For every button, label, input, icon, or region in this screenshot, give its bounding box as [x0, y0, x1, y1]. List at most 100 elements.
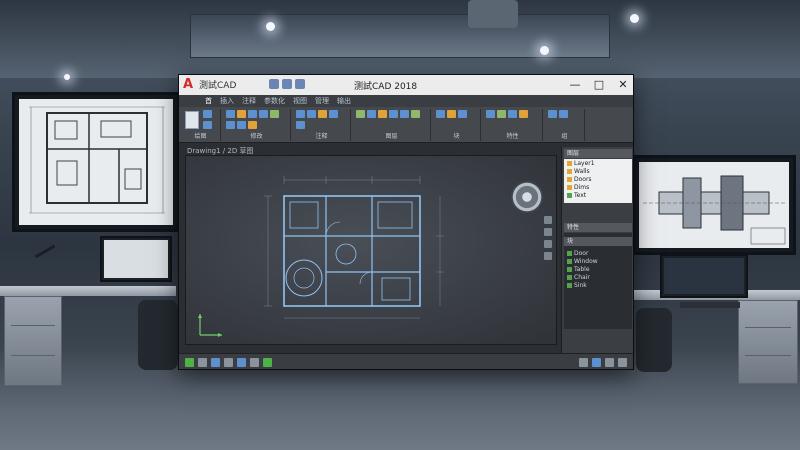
model-space-icon[interactable] [185, 358, 194, 367]
match-properties-icon[interactable] [486, 110, 495, 118]
office-scene: A 測試CAD 测試CAD 2018 — □ ✕ 首 插入 注释 参数化 视图 … [0, 0, 800, 450]
showmotion-icon[interactable] [544, 252, 552, 260]
lineweight-icon[interactable] [519, 110, 528, 118]
linetype-icon[interactable] [508, 110, 517, 118]
desk-cabinet [4, 296, 62, 386]
insert-block-icon[interactable] [436, 110, 445, 118]
list-item[interactable]: Chair [564, 273, 632, 281]
layer-panel-header[interactable]: 图层 [564, 149, 632, 158]
save-icon[interactable] [269, 79, 279, 89]
drawing-canvas[interactable] [185, 155, 557, 345]
annotation-scale-icon[interactable] [579, 358, 588, 367]
line-tool-icon[interactable] [185, 111, 199, 129]
layer-match-icon[interactable] [400, 110, 409, 118]
undo-icon[interactable] [282, 79, 292, 89]
list-item[interactable]: Layer1 [564, 159, 632, 167]
list-item[interactable]: Table [564, 265, 632, 273]
side-palettes: 图层 Layer1 Walls Doors Dims Text 特性 块 Doo… [561, 147, 633, 353]
snap-icon[interactable] [211, 358, 220, 367]
grid-icon[interactable] [198, 358, 207, 367]
navigation-wheel-icon[interactable] [511, 181, 543, 213]
lineweight-toggle-icon[interactable] [263, 358, 272, 367]
ribbon-group-groups: 组 [545, 109, 585, 141]
redo-icon[interactable] [295, 79, 305, 89]
table-icon[interactable] [329, 110, 338, 118]
trim-icon[interactable] [270, 110, 279, 118]
tab-output[interactable]: 输出 [337, 95, 351, 107]
group-icon[interactable] [548, 110, 557, 118]
block-swatch-icon [567, 258, 572, 264]
properties-panel-header[interactable]: 特性 [564, 223, 632, 232]
rotate-icon[interactable] [237, 110, 246, 118]
leader-icon[interactable] [318, 110, 327, 118]
stretch-icon[interactable] [237, 121, 246, 129]
ribbon-group-label: 图层 [385, 133, 398, 140]
tab-annotate[interactable]: 注释 [242, 95, 256, 107]
list-item[interactable]: Text [564, 191, 632, 199]
ortho-icon[interactable] [224, 358, 233, 367]
text-icon[interactable] [296, 110, 305, 118]
wall-monitor-right [632, 155, 796, 255]
minimize-button[interactable]: — [563, 75, 587, 95]
customize-icon[interactable] [618, 358, 627, 367]
orbit-icon[interactable] [544, 240, 552, 248]
ribbon-panel: 绘图 修改 注释 图层 块 特性 组 [179, 107, 633, 143]
copy-icon[interactable] [248, 110, 257, 118]
ceiling-light [64, 74, 70, 80]
block-panel-header[interactable]: 块 [564, 237, 632, 246]
list-item[interactable]: Door [564, 249, 632, 257]
circle-icon[interactable] [203, 121, 212, 129]
block-swatch-icon [567, 266, 572, 272]
ceiling-light [266, 22, 275, 31]
workspace-icon[interactable] [592, 358, 601, 367]
create-block-icon[interactable] [447, 110, 456, 118]
pan-icon[interactable] [544, 216, 552, 224]
block-name: Chair [574, 273, 590, 281]
maximize-button[interactable]: □ [587, 75, 611, 95]
tab-view[interactable]: 视图 [293, 95, 307, 107]
layer-off-icon[interactable] [367, 110, 376, 118]
ribbon-group-label: 特性 [506, 133, 519, 140]
dimension-icon[interactable] [307, 110, 316, 118]
scale-icon[interactable] [248, 121, 257, 129]
tab-insert[interactable]: 插入 [220, 95, 234, 107]
ribbon-group-label: 组 [561, 133, 568, 140]
edit-block-icon[interactable] [458, 110, 467, 118]
tab-home[interactable]: 首 [205, 95, 212, 107]
ribbon-group-label: 修改 [250, 133, 263, 140]
list-item[interactable]: Dims [564, 183, 632, 191]
layer-iso-icon[interactable] [411, 110, 420, 118]
layer-swatch-icon [567, 184, 572, 190]
list-item[interactable]: Doors [564, 175, 632, 183]
window-controls: — □ ✕ [563, 75, 633, 95]
zoom-icon[interactable] [544, 228, 552, 236]
tab-manage[interactable]: 管理 [315, 95, 329, 107]
desk-cabinet [738, 300, 798, 384]
layer-properties-icon[interactable] [356, 110, 365, 118]
layer-freeze-icon[interactable] [378, 110, 387, 118]
markup-icon[interactable] [296, 121, 305, 129]
osnap-icon[interactable] [250, 358, 259, 367]
app-logo[interactable]: A [183, 77, 193, 92]
tab-parametric[interactable]: 参数化 [264, 95, 285, 107]
isolate-icon[interactable] [605, 358, 614, 367]
fillet-icon[interactable] [226, 121, 235, 129]
block-swatch-icon [567, 250, 572, 256]
ribbon-group-label: 块 [453, 133, 460, 140]
layer-lock-icon[interactable] [389, 110, 398, 118]
polar-icon[interactable] [237, 358, 246, 367]
ribbon-group-label: 绘图 [194, 133, 207, 140]
office-chair [636, 308, 672, 372]
block-name: Door [574, 249, 589, 257]
list-item[interactable]: Window [564, 257, 632, 265]
close-button[interactable]: ✕ [611, 75, 633, 95]
color-icon[interactable] [497, 110, 506, 118]
keyboard [680, 302, 740, 308]
desk-monitor [100, 236, 172, 282]
list-item[interactable]: Sink [564, 281, 632, 289]
polyline-icon[interactable] [203, 110, 212, 118]
ungroup-icon[interactable] [559, 110, 568, 118]
mirror-icon[interactable] [259, 110, 268, 118]
list-item[interactable]: Walls [564, 167, 632, 175]
move-icon[interactable] [226, 110, 235, 118]
